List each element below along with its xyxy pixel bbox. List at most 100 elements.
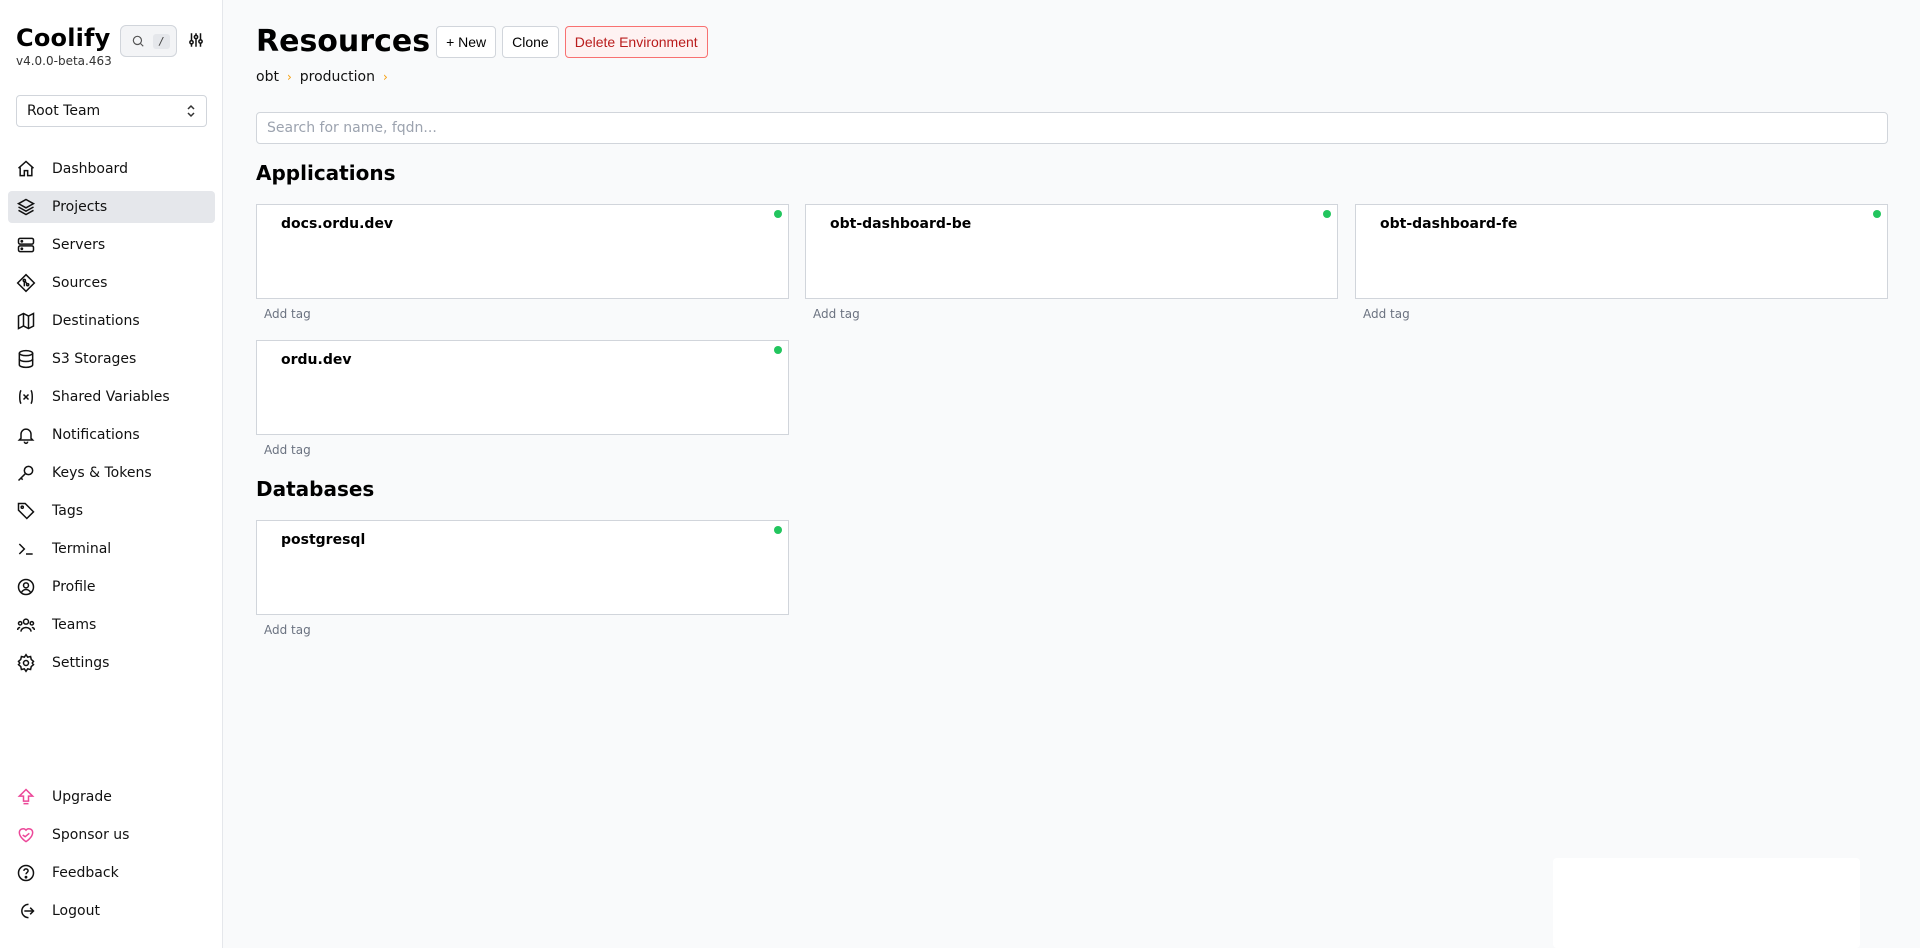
map-icon bbox=[16, 311, 36, 331]
search-icon bbox=[132, 35, 144, 47]
nav-item-label: Shared Variables bbox=[52, 389, 170, 405]
delete-environment-button[interactable]: Delete Environment bbox=[564, 25, 708, 58]
layers-icon bbox=[16, 197, 36, 217]
nav-item-profile[interactable]: Profile bbox=[8, 571, 215, 603]
nav-item-tags[interactable]: Tags bbox=[8, 495, 215, 527]
sidebar: Coolify v4.0.0-beta.463 / Root Team Dash… bbox=[0, 0, 223, 948]
nav-item-notifications[interactable]: Notifications bbox=[8, 419, 215, 451]
nav-item-label: Dashboard bbox=[52, 161, 128, 177]
resource-name: obt-dashboard-fe bbox=[1380, 216, 1518, 232]
nav-item-label: Projects bbox=[52, 199, 108, 215]
breadcrumb-project[interactable]: obt bbox=[256, 69, 279, 85]
status-indicator bbox=[774, 346, 782, 354]
bell-icon bbox=[16, 425, 36, 445]
nav-item-logout[interactable]: Logout bbox=[8, 895, 215, 927]
server-icon bbox=[16, 235, 36, 255]
nav-item-label: Keys & Tokens bbox=[52, 465, 152, 481]
nav-item-feedback[interactable]: Feedback bbox=[8, 857, 215, 889]
status-indicator bbox=[774, 526, 782, 534]
nav-item-destinations[interactable]: Destinations bbox=[8, 305, 215, 337]
nav-item-label: Terminal bbox=[52, 541, 112, 557]
user-circle-icon bbox=[16, 577, 36, 597]
heart-icon bbox=[16, 825, 36, 845]
nav-item-label: Settings bbox=[52, 655, 110, 671]
main-nav: Dashboard Projects Servers Sources Desti… bbox=[8, 153, 215, 685]
nav-item-keys-tokens[interactable]: Keys & Tokens bbox=[8, 457, 215, 489]
page-header: Resources + New Clone Delete Environment bbox=[256, 24, 714, 59]
resource-card[interactable]: ordu.dev bbox=[256, 340, 789, 435]
variable-icon bbox=[16, 387, 36, 407]
resource-name: docs.ordu.dev bbox=[281, 216, 394, 232]
resource-card[interactable]: postgresql bbox=[256, 520, 789, 615]
team-select[interactable]: Root Team bbox=[16, 95, 207, 127]
page-title: Resources bbox=[256, 24, 431, 59]
breadcrumb-environment[interactable]: production bbox=[300, 69, 375, 85]
add-tag-link[interactable]: Add tag bbox=[1363, 307, 1410, 321]
help-icon bbox=[16, 863, 36, 883]
nav-item-dashboard[interactable]: Dashboard bbox=[8, 153, 215, 185]
resource-search-input[interactable] bbox=[256, 112, 1888, 144]
resource-card[interactable]: obt-dashboard-fe bbox=[1355, 204, 1888, 299]
chevron-right-icon: › bbox=[382, 70, 388, 84]
nav-item-sponsor[interactable]: Sponsor us bbox=[8, 819, 215, 851]
resource-name: ordu.dev bbox=[281, 352, 352, 368]
breadcrumb: obt › production › bbox=[256, 69, 396, 85]
logout-icon bbox=[16, 901, 36, 921]
bottom-nav: Upgrade Sponsor us Feedback Logout bbox=[8, 781, 215, 933]
nav-item-shared-variables[interactable]: Shared Variables bbox=[8, 381, 215, 413]
add-tag-link[interactable]: Add tag bbox=[264, 443, 311, 457]
git-icon bbox=[16, 273, 36, 293]
status-indicator bbox=[774, 210, 782, 218]
nav-item-label: Destinations bbox=[52, 313, 140, 329]
resource-name: obt-dashboard-be bbox=[830, 216, 972, 232]
nav-item-settings[interactable]: Settings bbox=[8, 647, 215, 679]
search-shortcut: / bbox=[153, 33, 170, 49]
nav-item-label: Profile bbox=[52, 579, 96, 595]
nav-item-label: S3 Storages bbox=[52, 351, 137, 367]
nav-item-terminal[interactable]: Terminal bbox=[8, 533, 215, 565]
applications-heading: Applications bbox=[256, 161, 396, 185]
nav-item-servers[interactable]: Servers bbox=[8, 229, 215, 261]
clone-button[interactable]: Clone bbox=[502, 25, 559, 58]
nav-item-projects[interactable]: Projects bbox=[8, 191, 215, 223]
brand: Coolify v4.0.0-beta.463 bbox=[16, 24, 112, 68]
nav-item-label: Feedback bbox=[52, 865, 119, 881]
add-tag-link[interactable]: Add tag bbox=[813, 307, 860, 321]
terminal-icon bbox=[16, 539, 36, 559]
nav-item-teams[interactable]: Teams bbox=[8, 609, 215, 641]
key-icon bbox=[16, 463, 36, 483]
tag-icon bbox=[16, 501, 36, 521]
nav-item-label: Servers bbox=[52, 237, 106, 253]
nav-item-s3-storages[interactable]: S3 Storages bbox=[8, 343, 215, 375]
add-tag-link[interactable]: Add tag bbox=[264, 623, 311, 637]
new-resource-button[interactable]: + New bbox=[436, 25, 497, 58]
sliders-icon[interactable] bbox=[187, 31, 205, 53]
nav-item-upgrade[interactable]: Upgrade bbox=[8, 781, 215, 813]
chevron-updown-icon bbox=[187, 104, 195, 118]
brand-name[interactable]: Coolify bbox=[16, 24, 112, 52]
add-tag-link[interactable]: Add tag bbox=[264, 307, 311, 321]
status-indicator bbox=[1873, 210, 1881, 218]
resource-card[interactable]: docs.ordu.dev bbox=[256, 204, 789, 299]
nav-item-label: Sources bbox=[52, 275, 108, 291]
users-icon bbox=[16, 615, 36, 635]
brand-version: v4.0.0-beta.463 bbox=[16, 54, 112, 68]
resource-card[interactable]: obt-dashboard-be bbox=[805, 204, 1338, 299]
team-select-value: Root Team bbox=[27, 103, 101, 119]
nav-item-sources[interactable]: Sources bbox=[8, 267, 215, 299]
database-icon bbox=[16, 349, 36, 369]
nav-item-label: Logout bbox=[52, 903, 100, 919]
nav-item-label: Teams bbox=[52, 617, 97, 633]
resource-name: postgresql bbox=[281, 532, 366, 548]
nav-item-label: Notifications bbox=[52, 427, 140, 443]
nav-item-label: Tags bbox=[52, 503, 83, 519]
chevron-right-icon: › bbox=[286, 70, 292, 84]
status-indicator bbox=[1323, 210, 1331, 218]
global-search-button[interactable]: / bbox=[120, 25, 177, 57]
main-content: Resources + New Clone Delete Environment… bbox=[256, 0, 1888, 948]
upgrade-icon bbox=[16, 787, 36, 807]
databases-heading: Databases bbox=[256, 477, 375, 501]
home-icon bbox=[16, 159, 36, 179]
nav-item-label: Upgrade bbox=[52, 789, 112, 805]
toast-panel bbox=[1553, 858, 1860, 948]
